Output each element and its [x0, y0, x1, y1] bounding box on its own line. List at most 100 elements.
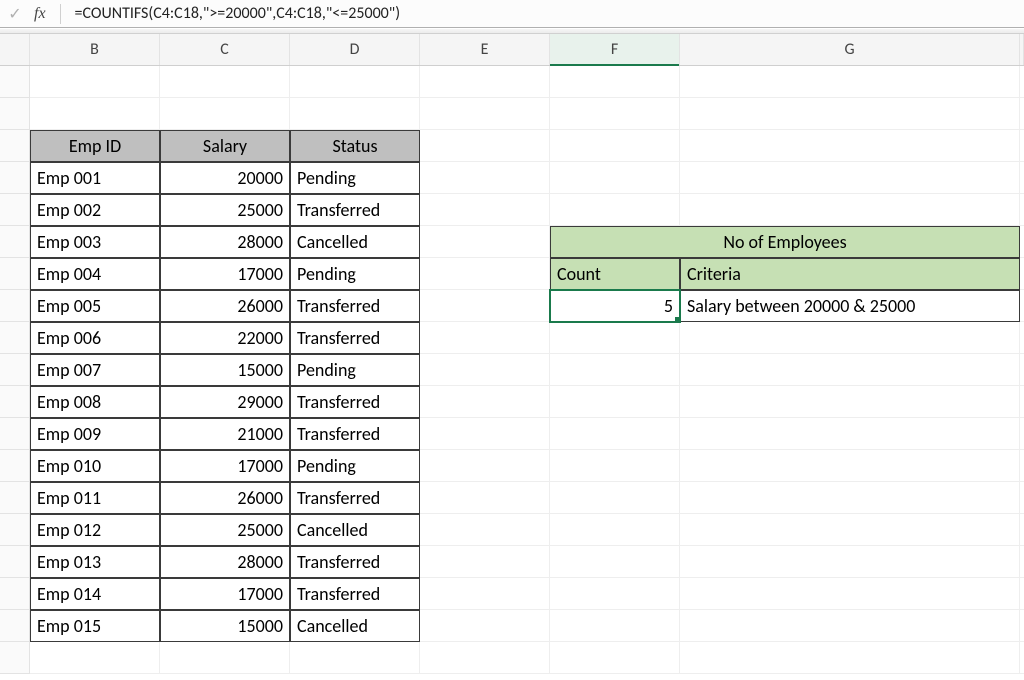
cell[interactable]: [550, 578, 680, 610]
cell[interactable]: [1020, 610, 1024, 642]
table-row[interactable]: 15000: [160, 610, 290, 642]
cell[interactable]: [1020, 642, 1024, 674]
cell[interactable]: [680, 418, 1020, 450]
cell[interactable]: [420, 322, 550, 354]
row-header[interactable]: [0, 578, 30, 610]
row-header[interactable]: [0, 98, 30, 130]
cell[interactable]: [420, 514, 550, 546]
cell[interactable]: [420, 578, 550, 610]
row-header[interactable]: [0, 354, 30, 386]
cell[interactable]: [1020, 98, 1024, 130]
table-header-salary[interactable]: Salary: [160, 130, 290, 162]
cell[interactable]: [680, 642, 1020, 674]
cell[interactable]: [1020, 322, 1024, 354]
table-row[interactable]: Cancelled: [290, 226, 420, 258]
table-row[interactable]: 28000: [160, 226, 290, 258]
cell[interactable]: [1020, 354, 1024, 386]
table-row[interactable]: 20000: [160, 162, 290, 194]
table-row[interactable]: Cancelled: [290, 610, 420, 642]
cell[interactable]: [550, 386, 680, 418]
table-row[interactable]: 28000: [160, 546, 290, 578]
table-row[interactable]: Transferred: [290, 386, 420, 418]
cell[interactable]: [1020, 418, 1024, 450]
table-row[interactable]: Pending: [290, 354, 420, 386]
cell[interactable]: [30, 642, 160, 674]
cell[interactable]: [680, 130, 1020, 162]
cell[interactable]: [30, 98, 160, 130]
cell[interactable]: [550, 354, 680, 386]
row-header[interactable]: [0, 418, 30, 450]
cell[interactable]: [290, 66, 420, 98]
cell[interactable]: [1020, 514, 1024, 546]
cell[interactable]: [550, 130, 680, 162]
table-row[interactable]: Emp 009: [30, 418, 160, 450]
cell[interactable]: [680, 162, 1020, 194]
cell[interactable]: [420, 66, 550, 98]
table-row[interactable]: Emp 004: [30, 258, 160, 290]
table-row[interactable]: Emp 014: [30, 578, 160, 610]
cell[interactable]: [1020, 546, 1024, 578]
row-header[interactable]: [0, 450, 30, 482]
col-header-b[interactable]: B: [30, 34, 160, 65]
result-count-cell[interactable]: 5: [550, 290, 680, 322]
table-row[interactable]: Emp 008: [30, 386, 160, 418]
cell[interactable]: [290, 642, 420, 674]
cell[interactable]: [1020, 578, 1024, 610]
col-header-c[interactable]: C: [160, 34, 290, 65]
result-title[interactable]: No of Employees: [550, 226, 1020, 258]
cell[interactable]: [550, 642, 680, 674]
table-row[interactable]: Emp 015: [30, 610, 160, 642]
row-header[interactable]: [0, 546, 30, 578]
table-row[interactable]: Transferred: [290, 578, 420, 610]
cell[interactable]: [680, 194, 1020, 226]
result-criteria-header[interactable]: Criteria: [680, 258, 1020, 290]
corner-header[interactable]: [0, 34, 30, 65]
table-row[interactable]: Transferred: [290, 482, 420, 514]
cell[interactable]: [680, 450, 1020, 482]
col-header-f[interactable]: F: [550, 34, 680, 65]
table-row[interactable]: Cancelled: [290, 514, 420, 546]
cell[interactable]: [1020, 194, 1024, 226]
table-row[interactable]: 21000: [160, 418, 290, 450]
cell[interactable]: [550, 418, 680, 450]
table-row[interactable]: 15000: [160, 354, 290, 386]
result-count-header[interactable]: Count: [550, 258, 680, 290]
row-header[interactable]: [0, 322, 30, 354]
cell[interactable]: [680, 514, 1020, 546]
formula-input[interactable]: [71, 2, 1018, 25]
cell[interactable]: [420, 290, 550, 322]
cell[interactable]: [420, 642, 550, 674]
cell[interactable]: [1020, 482, 1024, 514]
cell[interactable]: [680, 386, 1020, 418]
cell[interactable]: [550, 162, 680, 194]
cell[interactable]: [420, 386, 550, 418]
cell[interactable]: [550, 66, 680, 98]
table-row[interactable]: 26000: [160, 290, 290, 322]
row-header[interactable]: [0, 610, 30, 642]
cell[interactable]: [160, 66, 290, 98]
table-row[interactable]: Emp 012: [30, 514, 160, 546]
row-header[interactable]: [0, 386, 30, 418]
table-row[interactable]: 17000: [160, 578, 290, 610]
table-row[interactable]: Transferred: [290, 290, 420, 322]
cell[interactable]: [1020, 130, 1024, 162]
cell[interactable]: [420, 610, 550, 642]
cell[interactable]: [420, 130, 550, 162]
row-header[interactable]: [0, 162, 30, 194]
col-header-e[interactable]: E: [420, 34, 550, 65]
table-row[interactable]: Emp 002: [30, 194, 160, 226]
cell[interactable]: [160, 642, 290, 674]
table-row[interactable]: Emp 011: [30, 482, 160, 514]
cell[interactable]: [1020, 450, 1024, 482]
table-row[interactable]: 26000: [160, 482, 290, 514]
cell[interactable]: [550, 450, 680, 482]
cell[interactable]: [160, 98, 290, 130]
row-header[interactable]: [0, 514, 30, 546]
row-header[interactable]: [0, 482, 30, 514]
row-header[interactable]: [0, 194, 30, 226]
cell[interactable]: [680, 66, 1020, 98]
cell[interactable]: [550, 194, 680, 226]
table-header-status[interactable]: Status: [290, 130, 420, 162]
table-row[interactable]: Transferred: [290, 546, 420, 578]
table-row[interactable]: Emp 003: [30, 226, 160, 258]
